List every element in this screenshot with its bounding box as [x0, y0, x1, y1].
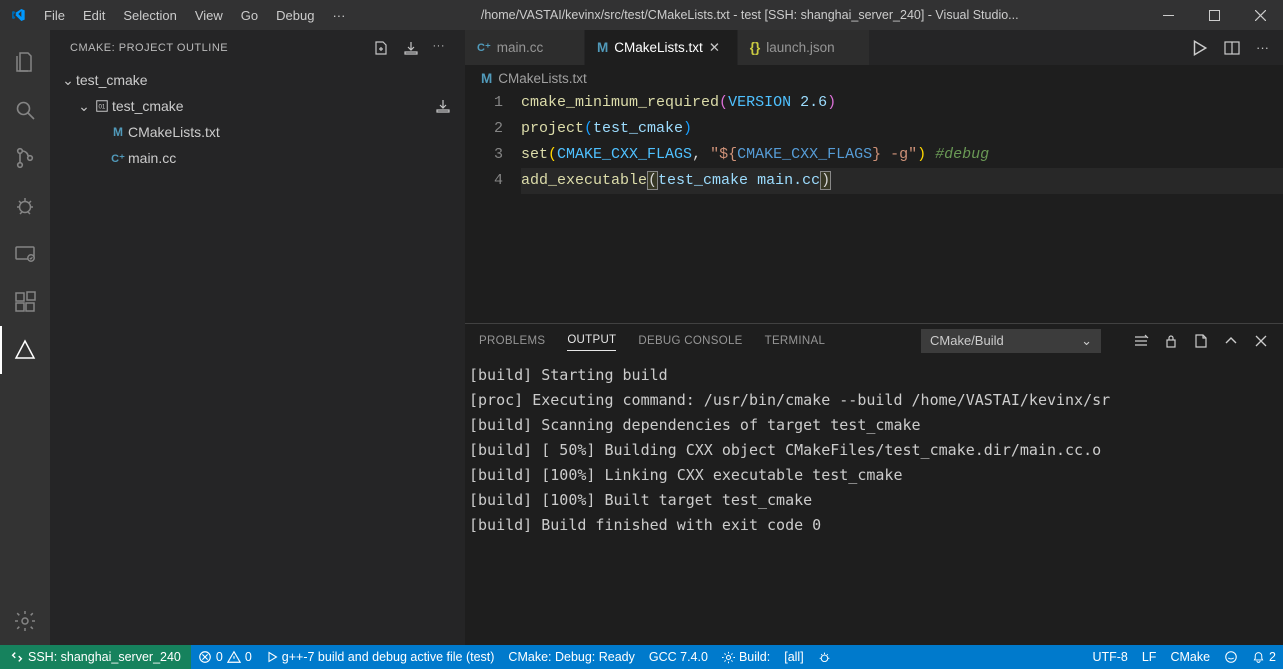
chevron-down-icon: ⌄ [76, 98, 92, 115]
cmake-file-icon: M [597, 40, 608, 55]
menubar: File Edit Selection View Go Debug ··· [35, 0, 354, 30]
new-file-icon[interactable] [373, 40, 389, 56]
panel-tab-problems[interactable]: PROBLEMS [479, 331, 545, 351]
panel-tab-row: PROBLEMS OUTPUT DEBUG CONSOLE TERMINAL C… [465, 324, 1283, 357]
chevron-down-icon: ⌄ [1081, 333, 1092, 349]
activity-cmake-icon[interactable] [0, 326, 50, 374]
status-feedback-icon[interactable] [1217, 645, 1245, 669]
code-editor[interactable]: 1234 cmake_minimum_required(VERSION 2.6)… [465, 90, 1283, 323]
panel-close-icon[interactable] [1253, 333, 1269, 349]
binary-icon: 01 [92, 99, 112, 113]
status-bar: SSH: shanghai_server_240 0 0 g++-7 build… [0, 645, 1283, 669]
code-content[interactable]: cmake_minimum_required(VERSION 2.6)proje… [521, 90, 1283, 323]
clear-output-icon[interactable] [1133, 333, 1149, 349]
tab-label: CMakeLists.txt [614, 40, 703, 55]
tree-root[interactable]: ⌄ test_cmake [50, 67, 465, 93]
activity-search-icon[interactable] [0, 86, 50, 134]
menu-file[interactable]: File [35, 0, 74, 30]
tree-target-label: test_cmake [112, 98, 184, 114]
split-editor-icon[interactable] [1224, 40, 1240, 56]
status-cmake[interactable]: CMake: Debug: Ready [501, 645, 641, 669]
minimize-button[interactable] [1145, 0, 1191, 30]
activity-remote-icon[interactable] [0, 230, 50, 278]
panel-maximize-icon[interactable] [1223, 333, 1239, 349]
status-debug-launch[interactable] [811, 645, 838, 669]
tab-label: main.cc [497, 40, 544, 55]
tab-main-cc[interactable]: C⁺ main.cc ✕ [465, 30, 585, 65]
maximize-button[interactable] [1191, 0, 1237, 30]
status-language[interactable]: CMake [1163, 645, 1217, 669]
editor-actions: ··· [1176, 30, 1283, 65]
panel-tab-terminal[interactable]: TERMINAL [765, 331, 826, 351]
activity-scm-icon[interactable] [0, 134, 50, 182]
status-remote[interactable]: SSH: shanghai_server_240 [0, 645, 191, 669]
tree-root-label: test_cmake [76, 72, 148, 88]
breadcrumb[interactable]: M CMakeLists.txt [465, 66, 1283, 90]
tree-file-maincc[interactable]: C⁺ main.cc [50, 145, 465, 171]
tab-cmakelists[interactable]: M CMakeLists.txt ✕ [585, 30, 738, 65]
output-channel-label: CMake/Build [930, 333, 1004, 348]
cmake-file-icon: M [481, 71, 492, 86]
tab-label: launch.json [766, 40, 834, 55]
status-notifications[interactable]: 2 [1245, 645, 1283, 669]
editor-group: C⁺ main.cc ✕ M CMakeLists.txt ✕ {} launc… [465, 30, 1283, 645]
output-body[interactable]: [build] Starting build [proc] Executing … [465, 357, 1283, 645]
open-log-icon[interactable] [1193, 333, 1209, 349]
tree-file-label: main.cc [128, 150, 176, 166]
editor-tabs: C⁺ main.cc ✕ M CMakeLists.txt ✕ {} launc… [465, 30, 1283, 66]
cmake-file-icon: M [108, 125, 128, 139]
activity-extensions-icon[interactable] [0, 278, 50, 326]
json-file-icon: {} [750, 40, 761, 55]
tab-launch-json[interactable]: {} launch.json ✕ [738, 30, 870, 65]
bottom-panel: PROBLEMS OUTPUT DEBUG CONSOLE TERMINAL C… [465, 323, 1283, 645]
menu-overflow[interactable]: ··· [323, 0, 354, 30]
panel-tab-debug-console[interactable]: DEBUG CONSOLE [638, 331, 742, 351]
sidebar-header: CMAKE: PROJECT OUTLINE ··· [50, 30, 465, 65]
svg-text:01: 01 [99, 104, 106, 111]
chevron-down-icon: ⌄ [60, 72, 76, 89]
activity-explorer-icon[interactable] [0, 38, 50, 86]
breadcrumb-file: CMakeLists.txt [498, 71, 587, 86]
outline-tree: ⌄ test_cmake ⌄ 01 test_cmake M CMakeList… [50, 65, 465, 171]
more-icon[interactable]: ··· [1256, 40, 1269, 55]
status-problems[interactable]: 0 0 [191, 645, 259, 669]
run-icon[interactable] [1190, 39, 1208, 57]
window-controls [1145, 0, 1283, 30]
menu-debug[interactable]: Debug [267, 0, 323, 30]
tree-file-label: CMakeLists.txt [128, 124, 220, 140]
status-run-task[interactable]: g++-7 build and debug active file (test) [259, 645, 502, 669]
activity-debug-icon[interactable] [0, 182, 50, 230]
status-encoding[interactable]: UTF-8 [1085, 645, 1134, 669]
close-button[interactable] [1237, 0, 1283, 30]
vscode-logo-icon [0, 7, 35, 23]
activity-settings-icon[interactable] [0, 597, 50, 645]
tree-file-cmakelists[interactable]: M CMakeLists.txt [50, 119, 465, 145]
titlebar: File Edit Selection View Go Debug ··· /h… [0, 0, 1283, 30]
build-icon[interactable] [403, 40, 419, 56]
line-gutter: 1234 [465, 90, 521, 323]
menu-go[interactable]: Go [232, 0, 267, 30]
status-eol[interactable]: LF [1135, 645, 1164, 669]
cpp-file-icon: C⁺ [108, 152, 128, 165]
status-remote-label: SSH: shanghai_server_240 [28, 650, 181, 664]
sidebar-title: CMAKE: PROJECT OUTLINE [70, 42, 373, 54]
tree-target[interactable]: ⌄ 01 test_cmake [50, 93, 465, 119]
window-title: /home/VASTAI/kevinx/src/test/CMakeLists.… [354, 8, 1145, 22]
status-build[interactable]: Build: [715, 645, 777, 669]
panel-tab-output[interactable]: OUTPUT [567, 330, 616, 351]
lock-scroll-icon[interactable] [1163, 333, 1179, 349]
output-channel-select[interactable]: CMake/Build ⌄ [921, 329, 1101, 353]
menu-selection[interactable]: Selection [114, 0, 185, 30]
status-target[interactable]: [all] [777, 645, 810, 669]
sidebar: CMAKE: PROJECT OUTLINE ··· ⌄ test_cmake … [50, 30, 465, 645]
build-target-icon[interactable] [435, 98, 451, 114]
more-icon[interactable]: ··· [433, 40, 446, 56]
activity-bar [0, 30, 50, 645]
menu-edit[interactable]: Edit [74, 0, 114, 30]
cpp-file-icon: C⁺ [477, 41, 491, 54]
close-icon[interactable]: ✕ [709, 40, 725, 56]
menu-view[interactable]: View [186, 0, 232, 30]
status-gcc[interactable]: GCC 7.4.0 [642, 645, 715, 669]
